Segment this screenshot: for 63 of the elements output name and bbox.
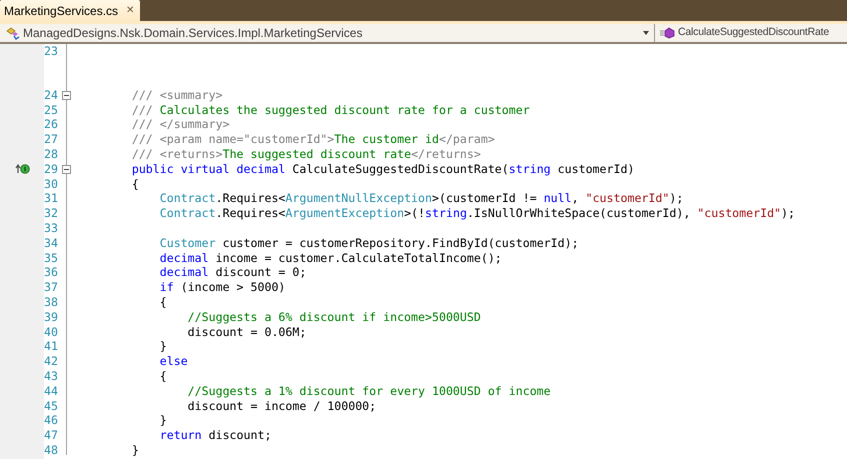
line-number: 35	[44, 250, 58, 266]
method-icon	[660, 27, 675, 39]
type-name: ManagedDesigns.Nsk.Domain.Services.Impl.MarketingServices	[23, 25, 364, 42]
line-number: 42	[44, 354, 58, 369]
code-line: /// <param name="customerId">The customer id</param>	[130, 132, 495, 147]
line-number: 41	[44, 339, 58, 354]
line-number: 45	[44, 398, 58, 414]
line-number: 26	[44, 117, 58, 132]
code-line: //Suggests a 1% discount for every 1000USD of income	[186, 384, 551, 399]
code-line: public virtual decimal CalculateSuggestedDiscountRate(string customerId)	[130, 162, 634, 177]
code-line: {	[158, 368, 167, 384]
line-number: 24	[44, 88, 58, 103]
class-icon	[6, 26, 20, 40]
code-line: /// Calculates the suggested discount rate for a customer	[130, 102, 530, 118]
line-number: 29	[44, 162, 58, 177]
code-line: discount = 0.06M;	[186, 324, 306, 340]
dropdown-arrow-icon[interactable]	[643, 31, 649, 35]
line-number: 36	[44, 265, 58, 280]
line-number: 34	[44, 236, 58, 251]
code-line: {	[158, 294, 167, 310]
code-line: decimal discount = 0;	[158, 265, 306, 280]
line-number: 23	[44, 44, 58, 59]
line-number: 30	[44, 176, 58, 192]
code-line: }	[158, 413, 167, 428]
code-line: if (income > 5000)	[158, 280, 286, 295]
collapse-icon[interactable]	[62, 90, 70, 100]
code-line: decimal income = customer.CalculateTotalIncome();	[158, 250, 502, 266]
code-line: }	[158, 339, 167, 354]
line-number: 28	[44, 146, 58, 162]
code-line: /// <returns>The suggested discount rate</returns>	[130, 146, 481, 162]
line-number: 37	[44, 280, 58, 295]
line-number: 48	[44, 442, 58, 458]
code-line: /// <summary>	[130, 88, 223, 103]
line-number: 43	[44, 368, 58, 384]
line-number: 44	[44, 384, 58, 399]
code-line: /// </summary>	[130, 117, 230, 132]
code-line: {	[130, 176, 139, 192]
editor-tab[interactable]: MarketingServices.cs ✕	[0, 0, 140, 21]
code-line: else	[158, 354, 188, 369]
tab-title: MarketingServices.cs	[4, 2, 118, 20]
line-number: 38	[44, 294, 58, 310]
implementation-marker-icon[interactable]	[14, 164, 30, 174]
code-line: discount = income / 100000;	[186, 398, 376, 414]
line-number: 46	[44, 413, 58, 428]
code-line: Contract.Requires<ArgumentException>(!string.IsNullOrWhiteSpace(customerId), "customerId");	[158, 206, 796, 221]
line-number: 47	[44, 428, 58, 443]
line-number: 39	[44, 310, 58, 325]
member-dropdown[interactable]: CalculateSuggestedDiscountRate	[655, 24, 847, 42]
line-number: 25	[44, 102, 58, 118]
collapse-icon[interactable]	[62, 164, 70, 174]
line-number: 31	[44, 191, 58, 206]
type-dropdown[interactable]: ManagedDesigns.Nsk.Domain.Services.Impl.MarketingServices	[0, 24, 655, 42]
code-line: return discount;	[158, 428, 272, 443]
code-line: //Suggests a 6% discount if income>5000USD	[186, 310, 481, 325]
line-number: 27	[44, 132, 58, 147]
code-line: }	[130, 442, 139, 458]
line-number: 40	[44, 324, 58, 340]
line-number: 33	[44, 220, 58, 236]
code-line: Contract.Requires<ArgumentNullException>(customerId != null, "customerId");	[158, 191, 684, 206]
line-number: 32	[44, 206, 58, 221]
code-line: Customer customer = customerRepository.FindById(customerId);	[158, 236, 579, 251]
member-name: CalculateSuggestedDiscountRate	[678, 25, 830, 40]
close-button[interactable]: ✕	[126, 6, 134, 16]
